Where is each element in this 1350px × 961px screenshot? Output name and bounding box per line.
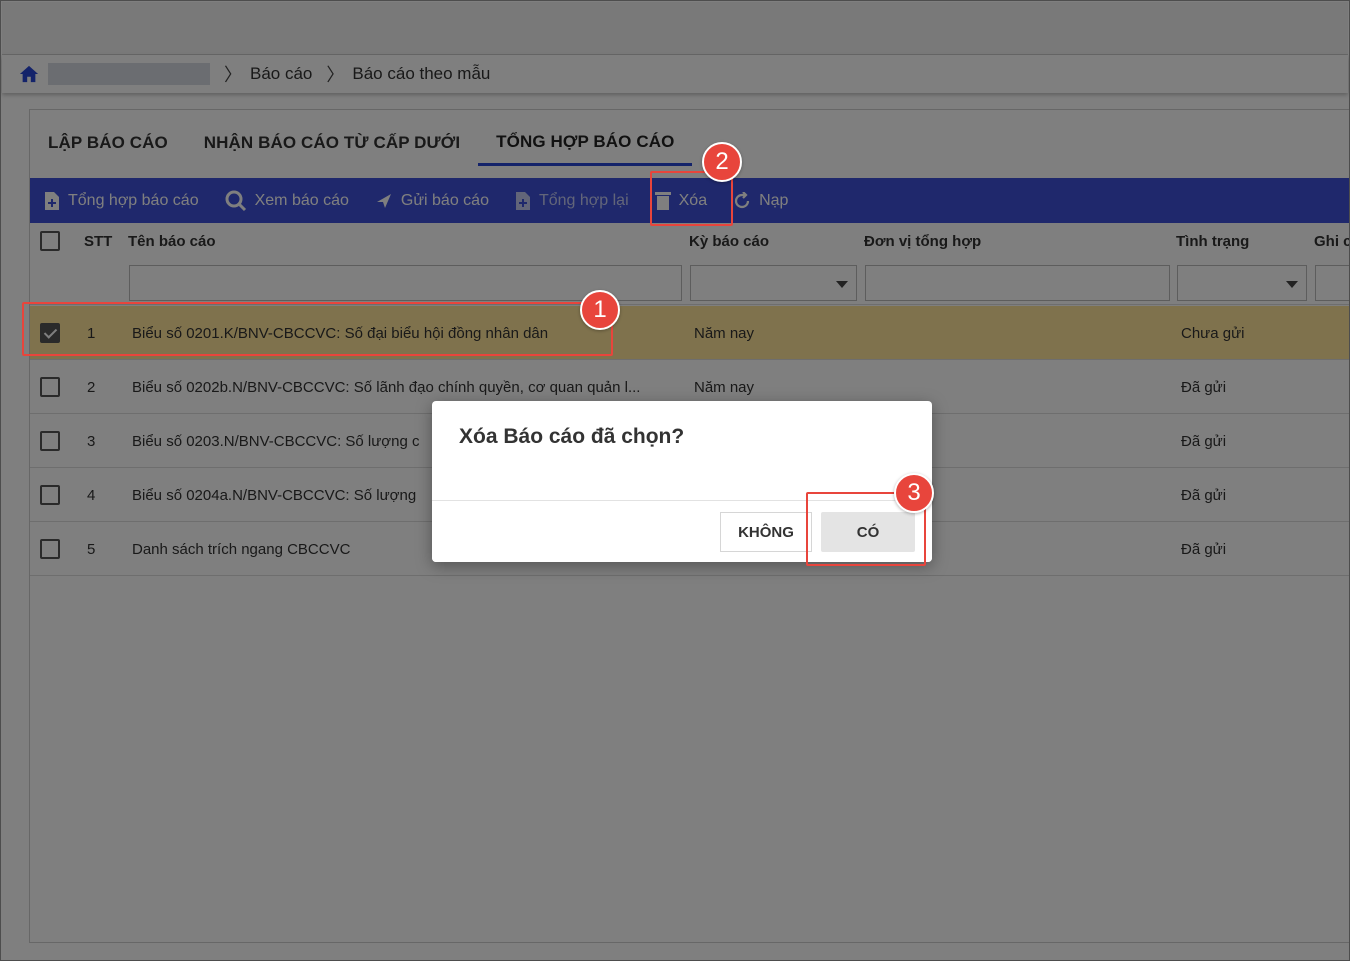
highlight-box-row: [22, 302, 613, 356]
step-marker-3: 3: [894, 473, 934, 513]
step-marker-1: 1: [580, 290, 620, 330]
no-button[interactable]: KHÔNG: [720, 512, 812, 552]
dialog-title: Xóa Báo cáo đã chọn?: [459, 425, 685, 448]
step-marker-2: 2: [702, 142, 742, 182]
